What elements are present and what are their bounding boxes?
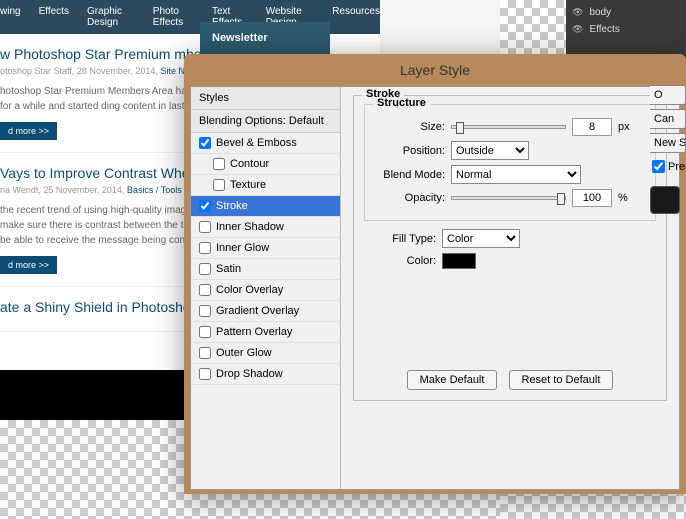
new-style-button[interactable]: New S — [650, 133, 686, 153]
style-label: Texture — [230, 179, 266, 191]
blend-mode-select[interactable]: Normal — [451, 165, 581, 184]
color-label: Color: — [364, 255, 436, 267]
preview-label: Pre — [668, 161, 685, 173]
ok-button[interactable]: O — [650, 85, 686, 105]
style-item-color-overlay[interactable]: Color Overlay — [191, 280, 340, 301]
style-checkbox[interactable] — [199, 137, 211, 149]
effects-label: Effects — [589, 24, 619, 35]
stroke-settings-panel: Stroke Structure Size: px Position: Outs… — [341, 87, 679, 489]
style-label: Pattern Overlay — [216, 326, 292, 338]
preview-swatch — [650, 186, 680, 214]
visibility-icon[interactable] — [572, 7, 583, 18]
blend-mode-label: Blend Mode: — [373, 169, 445, 181]
style-label: Satin — [216, 263, 241, 275]
layer-name: body — [589, 7, 611, 18]
preview-checkbox[interactable] — [652, 160, 665, 173]
dialog-side-buttons: O Can New S Pre — [650, 85, 686, 214]
style-item-stroke[interactable]: Stroke — [191, 196, 340, 217]
newsletter-box: Newsletter — [200, 22, 330, 54]
style-checkbox[interactable] — [199, 347, 211, 359]
size-label: Size: — [373, 121, 445, 133]
layer-row[interactable]: body — [570, 4, 682, 21]
style-checkbox[interactable] — [199, 284, 211, 296]
style-item-contour[interactable]: Contour — [191, 154, 340, 175]
style-checkbox[interactable] — [199, 263, 211, 275]
styles-list: Styles Blending Options: Default Bevel &… — [191, 87, 341, 489]
style-checkbox[interactable] — [199, 305, 211, 317]
style-checkbox[interactable] — [213, 158, 225, 170]
layer-effects-row[interactable]: Effects — [570, 21, 682, 38]
blending-options-header[interactable]: Blending Options: Default — [191, 110, 340, 133]
style-item-outer-glow[interactable]: Outer Glow — [191, 343, 340, 364]
style-checkbox[interactable] — [199, 200, 211, 212]
nav-item[interactable]: Photo Effects — [153, 6, 194, 28]
color-swatch[interactable] — [442, 253, 476, 269]
style-label: Color Overlay — [216, 284, 283, 296]
size-slider[interactable] — [451, 125, 566, 129]
size-input[interactable] — [572, 118, 612, 136]
style-item-gradient-overlay[interactable]: Gradient Overlay — [191, 301, 340, 322]
fill-type-select[interactable]: Color — [442, 229, 520, 248]
cancel-button[interactable]: Can — [650, 109, 686, 129]
nav-item[interactable]: Effects — [39, 6, 69, 28]
style-label: Inner Glow — [216, 242, 269, 254]
style-checkbox[interactable] — [199, 242, 211, 254]
style-item-inner-glow[interactable]: Inner Glow — [191, 238, 340, 259]
opacity-label: Opacity: — [373, 192, 445, 204]
style-item-pattern-overlay[interactable]: Pattern Overlay — [191, 322, 340, 343]
opacity-unit: % — [618, 192, 628, 204]
style-label: Outer Glow — [216, 347, 272, 359]
nav-item[interactable]: Resources — [332, 6, 380, 28]
layers-panel: body Effects — [566, 0, 686, 60]
style-checkbox[interactable] — [199, 368, 211, 380]
style-label: Bevel & Emboss — [216, 137, 297, 149]
style-item-inner-shadow[interactable]: Inner Shadow — [191, 217, 340, 238]
style-checkbox[interactable] — [199, 221, 211, 233]
structure-legend: Structure — [373, 97, 430, 109]
style-label: Inner Shadow — [216, 221, 284, 233]
reset-to-default-button[interactable]: Reset to Default — [509, 370, 614, 390]
position-select[interactable]: Outside — [451, 141, 529, 160]
style-label: Contour — [230, 158, 269, 170]
style-checkbox[interactable] — [213, 179, 225, 191]
read-more-button[interactable]: d more >> — [0, 256, 57, 274]
style-label: Stroke — [216, 200, 248, 212]
style-label: Drop Shadow — [216, 368, 283, 380]
style-item-satin[interactable]: Satin — [191, 259, 340, 280]
nav-item[interactable]: Graphic Design — [87, 6, 135, 28]
image-placeholder — [0, 370, 200, 420]
styles-header[interactable]: Styles — [191, 87, 340, 110]
opacity-slider[interactable] — [451, 196, 566, 200]
fill-type-label: Fill Type: — [364, 233, 436, 245]
style-item-bevel-emboss[interactable]: Bevel & Emboss — [191, 133, 340, 154]
position-label: Position: — [373, 145, 445, 157]
read-more-button[interactable]: d more >> — [0, 122, 57, 140]
opacity-input[interactable] — [572, 189, 612, 207]
style-item-drop-shadow[interactable]: Drop Shadow — [191, 364, 340, 385]
visibility-icon[interactable] — [572, 24, 583, 35]
style-checkbox[interactable] — [199, 326, 211, 338]
nav-item[interactable]: wing — [0, 6, 21, 28]
size-unit: px — [618, 121, 630, 133]
layer-style-dialog: Layer Style Styles Blending Options: Def… — [184, 54, 686, 494]
dialog-title: Layer Style — [184, 54, 686, 86]
style-label: Gradient Overlay — [216, 305, 299, 317]
style-item-texture[interactable]: Texture — [191, 175, 340, 196]
make-default-button[interactable]: Make Default — [407, 370, 498, 390]
